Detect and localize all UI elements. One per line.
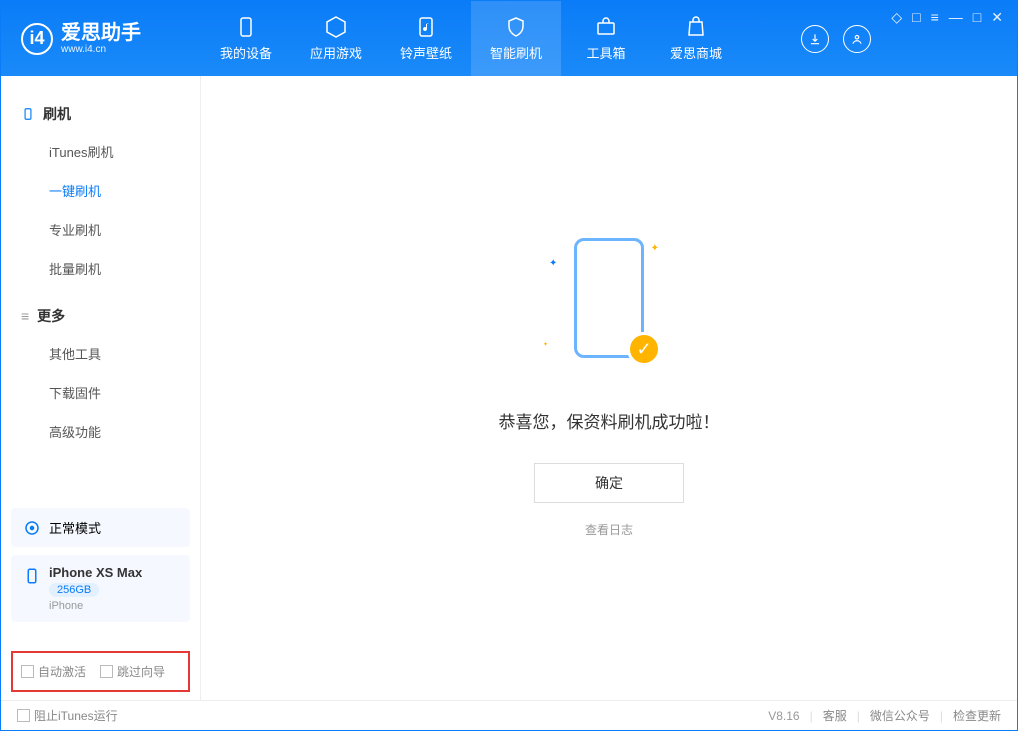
sidebar: 刷机 iTunes刷机 一键刷机 专业刷机 批量刷机 ≡ 更多 其他工具 下载固…: [1, 76, 201, 700]
menu-icon[interactable]: ≡: [931, 9, 939, 25]
device-card[interactable]: iPhone XS Max 256GB iPhone: [11, 555, 190, 622]
sparkle-icon: ✦: [543, 341, 548, 348]
support-link[interactable]: 客服: [823, 707, 847, 724]
checkbox-icon: [21, 665, 34, 678]
version-label: V8.16: [768, 709, 799, 723]
sidebar-item-download-firmware[interactable]: 下载固件: [1, 373, 200, 412]
view-log-link[interactable]: 查看日志: [585, 521, 633, 538]
bag-icon: [684, 15, 708, 39]
toolbox-icon: [594, 15, 618, 39]
nav-apps-games[interactable]: 应用游戏: [291, 1, 381, 76]
ok-button[interactable]: 确定: [534, 463, 684, 503]
device-type: iPhone: [49, 600, 142, 612]
music-file-icon: [414, 15, 438, 39]
nav-flash[interactable]: 智能刷机: [471, 1, 561, 76]
wechat-link[interactable]: 微信公众号: [870, 707, 930, 724]
device-storage-badge: 256GB: [49, 583, 99, 597]
sidebar-item-oneclick-flash[interactable]: 一键刷机: [1, 171, 200, 210]
shirt-icon[interactable]: ◇: [891, 9, 902, 26]
status-bar: 阻止iTunes运行 V8.16 | 客服 | 微信公众号 | 检查更新: [1, 700, 1017, 730]
app-logo: i4 爱思助手 www.i4.cn: [1, 22, 201, 55]
nav-toolbox[interactable]: 工具箱: [561, 1, 651, 76]
nav-store[interactable]: 爱思商城: [651, 1, 741, 76]
app-url: www.i4.cn: [61, 44, 141, 55]
user-icon: [850, 32, 864, 46]
checkbox-icon: [100, 665, 113, 678]
success-message: 恭喜您，保资料刷机成功啦！: [499, 408, 720, 433]
success-illustration: ✦ ✦ ✦ ✓: [549, 238, 669, 378]
device-icon: [21, 107, 35, 121]
sparkle-icon: ✦: [651, 243, 659, 254]
device-name: iPhone XS Max: [49, 565, 142, 580]
block-itunes-checkbox[interactable]: 阻止iTunes运行: [17, 707, 118, 724]
mode-label: 正常模式: [49, 518, 101, 537]
nav-my-device[interactable]: 我的设备: [201, 1, 291, 76]
mode-icon: [23, 519, 41, 537]
close-button[interactable]: ✕: [991, 9, 1003, 26]
cube-icon: [324, 15, 348, 39]
phone-icon: [234, 15, 258, 39]
user-button[interactable]: [843, 25, 871, 53]
device-phone-icon: [23, 567, 41, 585]
app-name: 爱思助手: [61, 22, 141, 44]
main-nav: 我的设备 应用游戏 铃声壁纸 智能刷机 工具箱 爱思商城: [201, 1, 801, 76]
main-content: ✦ ✦ ✦ ✓ 恭喜您，保资料刷机成功啦！ 确定 查看日志: [201, 76, 1017, 700]
sidebar-header-flash: 刷机: [1, 96, 200, 132]
download-icon: [808, 32, 822, 46]
shield-sync-icon: [504, 15, 528, 39]
sidebar-item-other-tools[interactable]: 其他工具: [1, 334, 200, 373]
checkbox-icon: [17, 709, 30, 722]
logo-icon: i4: [21, 23, 53, 55]
sidebar-item-batch-flash[interactable]: 批量刷机: [1, 249, 200, 288]
feedback-icon[interactable]: □: [912, 9, 920, 25]
sidebar-item-pro-flash[interactable]: 专业刷机: [1, 210, 200, 249]
sidebar-item-advanced[interactable]: 高级功能: [1, 412, 200, 451]
maximize-button[interactable]: □: [973, 9, 981, 25]
window-controls: ◇ □ ≡ — □ ✕: [891, 1, 1017, 26]
auto-activate-checkbox[interactable]: 自动激活: [21, 663, 86, 680]
download-button[interactable]: [801, 25, 829, 53]
sidebar-header-more: ≡ 更多: [1, 298, 200, 334]
sidebar-item-itunes-flash[interactable]: iTunes刷机: [1, 132, 200, 171]
nav-ringtones[interactable]: 铃声壁纸: [381, 1, 471, 76]
mode-card[interactable]: 正常模式: [11, 508, 190, 547]
skip-guide-checkbox[interactable]: 跳过向导: [100, 663, 165, 680]
check-update-link[interactable]: 检查更新: [953, 707, 1001, 724]
list-icon: ≡: [21, 308, 29, 324]
title-bar: i4 爱思助手 www.i4.cn 我的设备 应用游戏 铃声壁纸 智能刷机 工具…: [1, 1, 1017, 76]
check-badge-icon: ✓: [627, 332, 661, 366]
header-right-icons: [801, 25, 891, 53]
minimize-button[interactable]: —: [949, 9, 963, 25]
sparkle-icon: ✦: [549, 258, 557, 269]
options-highlight-box: 自动激活 跳过向导: [11, 651, 190, 692]
